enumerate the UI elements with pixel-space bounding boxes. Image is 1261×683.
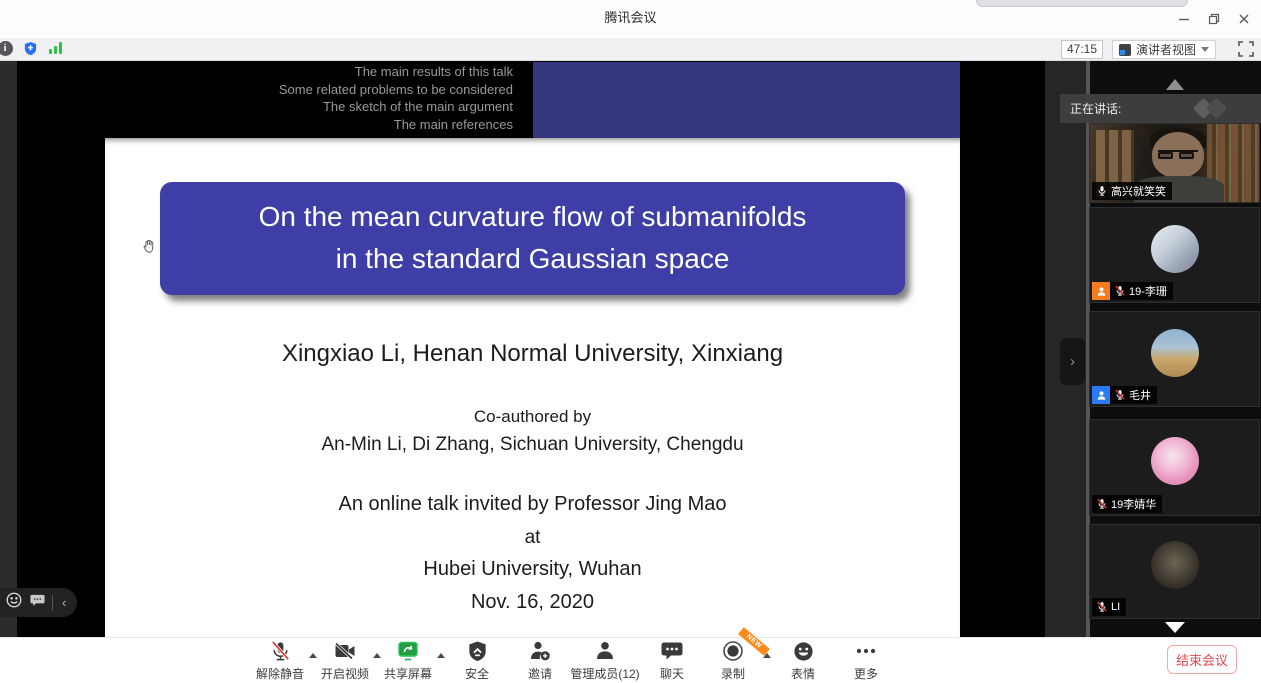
collapse-left-chevron-icon[interactable]: ‹ [59,595,69,610]
window-controls [1177,0,1255,38]
meeting-timer: 47:15 [1061,40,1103,59]
chevron-down-icon [1201,47,1209,52]
now-speaking-label: 正在讲话: [1070,100,1121,117]
sidebar-collapse-handle[interactable]: › [1060,338,1085,385]
participant-tile[interactable]: 19-李珊 [1089,207,1260,303]
participant-label: 19李婧华 [1092,495,1162,513]
video-person-glasses [1158,150,1198,158]
mic-muted-icon [1114,285,1126,297]
fullscreen-icon[interactable] [1238,41,1254,57]
more-dots-icon [816,639,916,663]
outline-line: The sketch of the main argument [17,98,513,116]
slide-invitation: An online talk invited by Professor Jing… [105,493,960,516]
avatar [1151,541,1199,589]
participant-label: 19-李珊 [1092,282,1173,300]
mic-on-icon [1096,185,1108,197]
slide-top-banner [533,62,960,138]
participant-name: 毛井 [1129,387,1151,403]
watermark-logo [1206,98,1227,119]
slide-coauthors: An-Min Li, Di Zhang, Sichuan University,… [105,434,960,456]
shield-icon[interactable] [22,40,38,56]
status-icons: i [0,40,63,56]
info-icon[interactable]: i [0,40,13,56]
avatar [1151,437,1199,485]
view-mode-selector[interactable]: 演讲者视图 [1112,40,1216,59]
participant-name: 19李婧华 [1111,496,1156,512]
participant-tile[interactable]: LI [1089,524,1260,619]
end-meeting-button[interactable]: 结束会议 [1167,645,1237,674]
host-badge-orange [1092,282,1110,300]
avatar [1151,225,1199,273]
minimize-icon[interactable] [1177,12,1191,26]
tencent-meeting-window: 腾讯会议 i 47:15 演讲者视图 The main results of t… [0,0,1261,683]
mic-muted-icon [1114,389,1126,401]
outline-line: The main references [17,116,513,134]
mic-muted-icon [1096,601,1108,613]
close-icon[interactable] [1237,12,1251,26]
restore-icon[interactable] [1207,12,1221,26]
view-mode-label: 演讲者视图 [1136,41,1196,58]
collapsed-floating-toolbar [976,0,1188,7]
presentation-slide: On the mean curvature flow of submanifol… [105,138,960,637]
participant-tile-video[interactable]: 高兴就笑笑 [1089,123,1260,203]
slide-coauthor-label: Co-authored by [105,407,960,427]
avatar [1151,329,1199,377]
slide-venue: Hubei University, Wuhan [105,558,960,581]
scroll-down-arrow-icon[interactable] [1165,622,1185,633]
floating-quick-bar: ‹ [0,588,77,617]
slide-outline-list: The main results of this talk Some relat… [17,63,513,133]
participant-name: LI [1111,601,1120,613]
participant-tile[interactable]: 毛井 [1089,311,1260,407]
participant-label: 高兴就笑笑 [1092,182,1172,200]
slide-title-line: On the mean curvature flow of submanifol… [160,196,905,238]
chat-preview-icon[interactable] [29,592,46,614]
toolbar-item-label: 更多 [816,665,916,682]
outline-line: The main results of this talk [17,63,513,81]
now-speaking-bar: 正在讲话: [1060,94,1261,123]
scroll-up-arrow-icon[interactable] [1166,79,1184,90]
outline-line: Some related problems to be considered [17,81,513,99]
network-signal-icon[interactable] [47,40,63,56]
mic-muted-icon [1096,498,1108,510]
stage-left-margin [0,61,17,637]
participant-label: 毛井 [1092,386,1157,404]
slide-at-word: at [105,527,960,549]
slide-author: Xingxiao Li, Henan Normal University, Xi… [105,340,960,368]
slide-title-box: On the mean curvature flow of submanifol… [160,182,905,295]
layout-view-icon [1119,44,1131,56]
participant-name: 19-李珊 [1129,283,1167,299]
participant-label: LI [1092,598,1126,616]
participant-tile[interactable]: 19李婧华 [1089,419,1260,516]
more-button[interactable]: 更多 [816,639,916,682]
cohost-badge-blue [1092,386,1110,404]
slide-title-line: in the standard Gaussian space [160,238,905,280]
hand-cursor-icon [141,238,158,255]
pill-divider [52,595,53,611]
slide-date: Nov. 16, 2020 [105,591,960,614]
participant-name: 高兴就笑笑 [1111,183,1166,199]
emoji-reaction-icon[interactable] [5,591,23,614]
